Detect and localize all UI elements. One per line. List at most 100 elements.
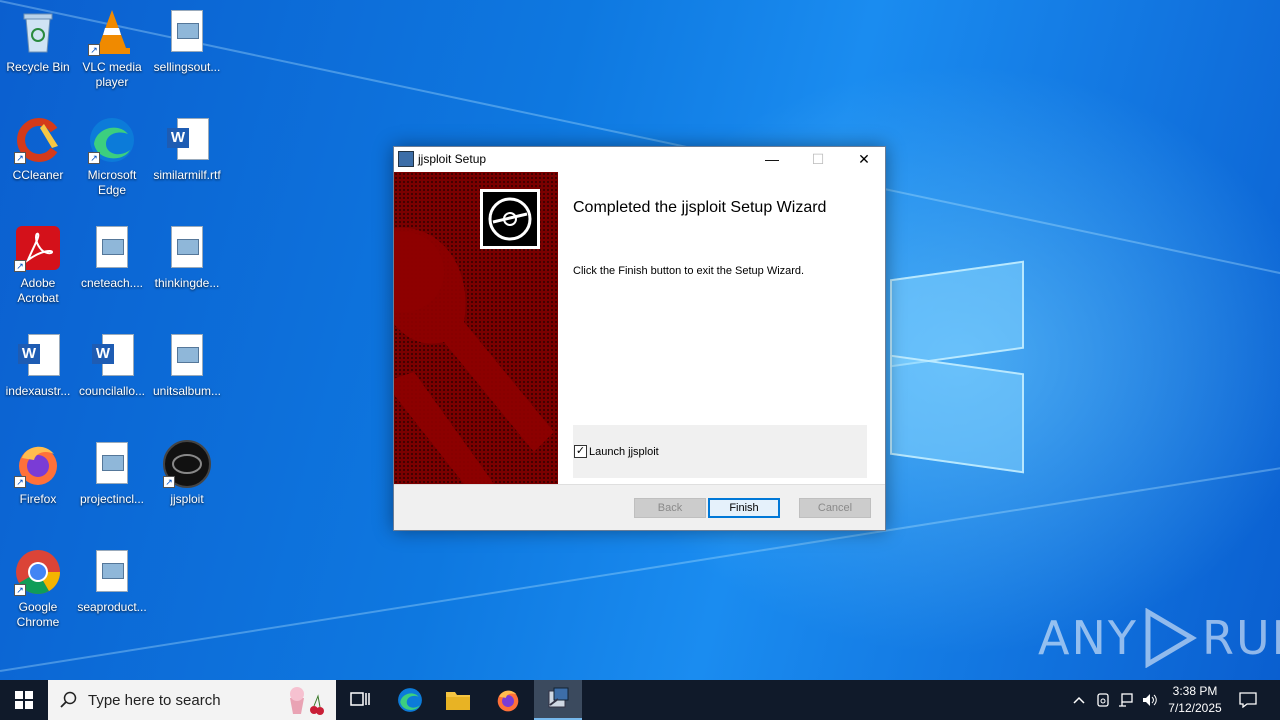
taskbar-firefox-button[interactable] (484, 680, 532, 720)
shortcut-arrow-icon: ↗ (88, 152, 100, 164)
desktop-icon-seaproduct[interactable]: seaproduct... (74, 548, 150, 615)
cancel-button[interactable]: Cancel (799, 498, 871, 518)
desktop-icon-vlc[interactable]: ↗ VLC media player (74, 8, 150, 90)
edge-icon: ↗ (88, 116, 136, 164)
acrobat-icon: ↗ (14, 224, 62, 272)
shortcut-arrow-icon: ↗ (88, 44, 100, 56)
launch-checkbox-label[interactable]: Launch jjsploit (589, 446, 659, 458)
desktop-icon-label: thinkingde... (154, 276, 220, 290)
desktop-icon-label: VLC media player (82, 60, 142, 89)
clock-time: 3:38 PM (1172, 684, 1218, 698)
image-file-icon (88, 548, 136, 596)
installer-icon (548, 687, 569, 708)
desktop-icon-label: unitsalbum... (152, 384, 222, 398)
firefox-icon: ↗ (14, 440, 62, 488)
image-file-icon (88, 224, 136, 272)
shortcut-arrow-icon: ↗ (14, 260, 26, 272)
tray-device-button[interactable] (1092, 680, 1114, 720)
notification-icon (1239, 692, 1257, 708)
desktop-icon-google-chrome[interactable]: ↗ Google Chrome (0, 548, 76, 630)
shortcut-arrow-icon: ↗ (163, 476, 175, 488)
desktop-icon-label: sellingsout... (153, 60, 221, 74)
wizard-banner (394, 172, 558, 484)
clock-date: 7/12/2025 (1168, 701, 1222, 715)
desktop-icon-councilallo[interactable]: W councilallo... (74, 332, 150, 399)
start-button[interactable] (0, 680, 48, 720)
desktop-icon-microsoft-edge[interactable]: ↗ Microsoft Edge (74, 116, 150, 198)
desktop-icon-adobe-acrobat[interactable]: ↗ Adobe Acrobat (0, 224, 76, 306)
desktop-icon-projectincl[interactable]: projectincl... (74, 440, 150, 507)
desktop-icon-similarmilf[interactable]: W similarmilf.rtf (149, 116, 225, 183)
taskbar-file-explorer-button[interactable] (434, 680, 482, 720)
desktop-icon-label: CCleaner (12, 168, 64, 182)
watermark-text-right: RUN (1201, 611, 1280, 665)
taskbar-setup-button[interactable] (534, 680, 582, 720)
watermark-text-left: ANY (1038, 611, 1138, 665)
taskbar-clock[interactable]: 3:38 PM 7/12/2025 (1160, 683, 1230, 717)
task-view-button[interactable] (336, 680, 384, 720)
desktop-icon-label: Firefox (19, 492, 57, 506)
image-file-icon (163, 224, 211, 272)
word-document-icon: W (163, 116, 211, 164)
desktop-icon-recycle-bin[interactable]: Recycle Bin (0, 8, 76, 75)
window-title: jjsploit Setup (418, 152, 487, 166)
desktop-icon-label: Microsoft Edge (87, 168, 137, 197)
desktop-icon-sellingsout[interactable]: sellingsout... (149, 8, 225, 75)
image-file-icon (88, 440, 136, 488)
show-hidden-icons-button[interactable] (1068, 680, 1090, 720)
task-view-icon (350, 692, 370, 706)
minimize-button[interactable]: — (749, 147, 795, 171)
shortcut-arrow-icon: ↗ (14, 152, 26, 164)
search-highlight-cupcake-icon (290, 687, 324, 715)
image-file-icon (163, 8, 211, 56)
taskbar-search-box[interactable]: Type here to search (48, 680, 336, 720)
desktop-icon-unitsalbum[interactable]: unitsalbum... (149, 332, 225, 399)
edge-icon (398, 688, 422, 712)
search-placeholder: Type here to search (88, 691, 221, 709)
desktop-icon-jjsploit[interactable]: ↗ jjsploit (149, 440, 225, 507)
launch-option[interactable]: ✓ Launch jjsploit (573, 425, 867, 478)
window-titlebar[interactable]: jjsploit Setup — ☐ ✕ (394, 147, 885, 171)
shortcut-arrow-icon: ↗ (14, 476, 26, 488)
desktop-icon-label: seaproduct... (77, 600, 147, 614)
jjsploit-logo-icon (480, 189, 540, 249)
tray-volume-button[interactable] (1139, 680, 1161, 720)
anyrun-watermark: ANY RUN (1038, 608, 1280, 668)
file-explorer-icon (446, 692, 470, 710)
image-file-icon (163, 332, 211, 380)
action-center-button[interactable] (1232, 680, 1264, 720)
taskbar: Type here to search 3:38 PM 7/12/2025 (0, 680, 1280, 720)
desktop-icon-firefox[interactable]: ↗ Firefox (0, 440, 76, 507)
jjsploit-logo-icon: ↗ (163, 440, 211, 488)
finish-button[interactable]: Finish (708, 498, 780, 518)
desktop-icon-label: councilallo... (78, 384, 146, 398)
close-button[interactable]: ✕ (841, 147, 887, 171)
back-button[interactable]: Back (634, 498, 706, 518)
search-icon (60, 691, 77, 708)
windows-logo-wallpaper (890, 240, 1030, 480)
desktop-icon-ccleaner[interactable]: ↗ CCleaner (0, 116, 76, 183)
desktop-icon-indexaustr[interactable]: W indexaustr... (0, 332, 76, 399)
speaker-icon (1143, 694, 1157, 706)
windows-start-icon (15, 691, 33, 709)
taskbar-edge-button[interactable] (386, 680, 434, 720)
device-icon (1097, 693, 1109, 707)
network-icon (1119, 693, 1133, 707)
desktop-icon-label: indexaustr... (5, 384, 71, 398)
word-document-icon: W (88, 332, 136, 380)
firefox-icon (497, 690, 519, 712)
desktop-icon-label: Adobe Acrobat (17, 276, 59, 305)
wizard-heading: Completed the jjsploit Setup Wizard (573, 199, 827, 216)
desktop-icon-cneteach[interactable]: cneteach.... (74, 224, 150, 291)
ccleaner-icon: ↗ (14, 116, 62, 164)
desktop-icon-label: projectincl... (79, 492, 145, 506)
wizard-body-text: Click the Finish button to exit the Setu… (573, 265, 805, 277)
word-document-icon: W (14, 332, 62, 380)
shortcut-arrow-icon: ↗ (14, 584, 26, 596)
tray-network-button[interactable] (1115, 680, 1137, 720)
desktop-icon-thinkingde[interactable]: thinkingde... (149, 224, 225, 291)
launch-checkbox[interactable]: ✓ (574, 445, 587, 458)
maximize-button: ☐ (811, 150, 825, 167)
wizard-footer: Back Finish Cancel (394, 484, 885, 530)
desktop-icon-label: cneteach.... (80, 276, 144, 290)
